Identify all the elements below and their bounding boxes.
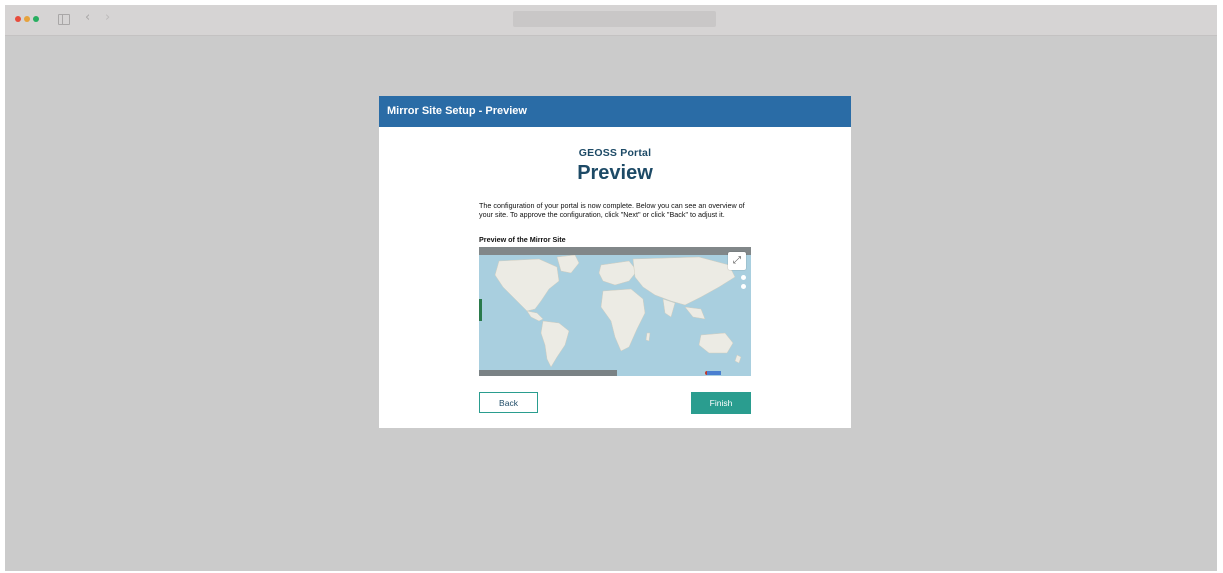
world-map <box>494 254 742 368</box>
address-bar[interactable] <box>513 11 716 27</box>
map-top-bar <box>479 247 751 255</box>
mirror-setup-dialog: Mirror Site Setup - Preview GEOSS Portal… <box>379 96 851 428</box>
geoss-portal-logo: GEOSS Portal <box>578 147 652 159</box>
page-title: Preview <box>577 162 653 184</box>
dialog-header: Mirror Site Setup - Preview <box>379 96 851 127</box>
fullscreen-expand-icon[interactable]: ⤢ <box>728 252 746 270</box>
zoom-out-control[interactable] <box>741 284 746 289</box>
preview-label: Preview of the Mirror Site <box>479 235 566 244</box>
forward-arrow-icon[interactable]: › <box>105 11 110 25</box>
description-text: The configuration of your portal is now … <box>479 201 745 219</box>
maximize-window-button[interactable] <box>33 16 39 22</box>
sidebar-toggle-icon[interactable] <box>58 14 70 25</box>
finish-button[interactable]: Finish <box>691 392 751 414</box>
map-side-panel-handle[interactable] <box>479 299 482 321</box>
browser-window: ‹ › Mirror Site Setup - Preview GEOSS Po… <box>5 5 1217 571</box>
map-attribution-bar <box>479 370 617 376</box>
mirror-site-preview-map[interactable]: ⤢ <box>479 247 751 376</box>
back-arrow-icon[interactable]: ‹ <box>85 11 90 25</box>
browser-titlebar: ‹ › <box>5 5 1217 36</box>
zoom-in-control[interactable] <box>741 275 746 280</box>
back-button[interactable]: Back <box>479 392 538 413</box>
close-window-button[interactable] <box>15 16 21 22</box>
minimize-window-button[interactable] <box>24 16 30 22</box>
map-scale-badge <box>707 371 721 375</box>
